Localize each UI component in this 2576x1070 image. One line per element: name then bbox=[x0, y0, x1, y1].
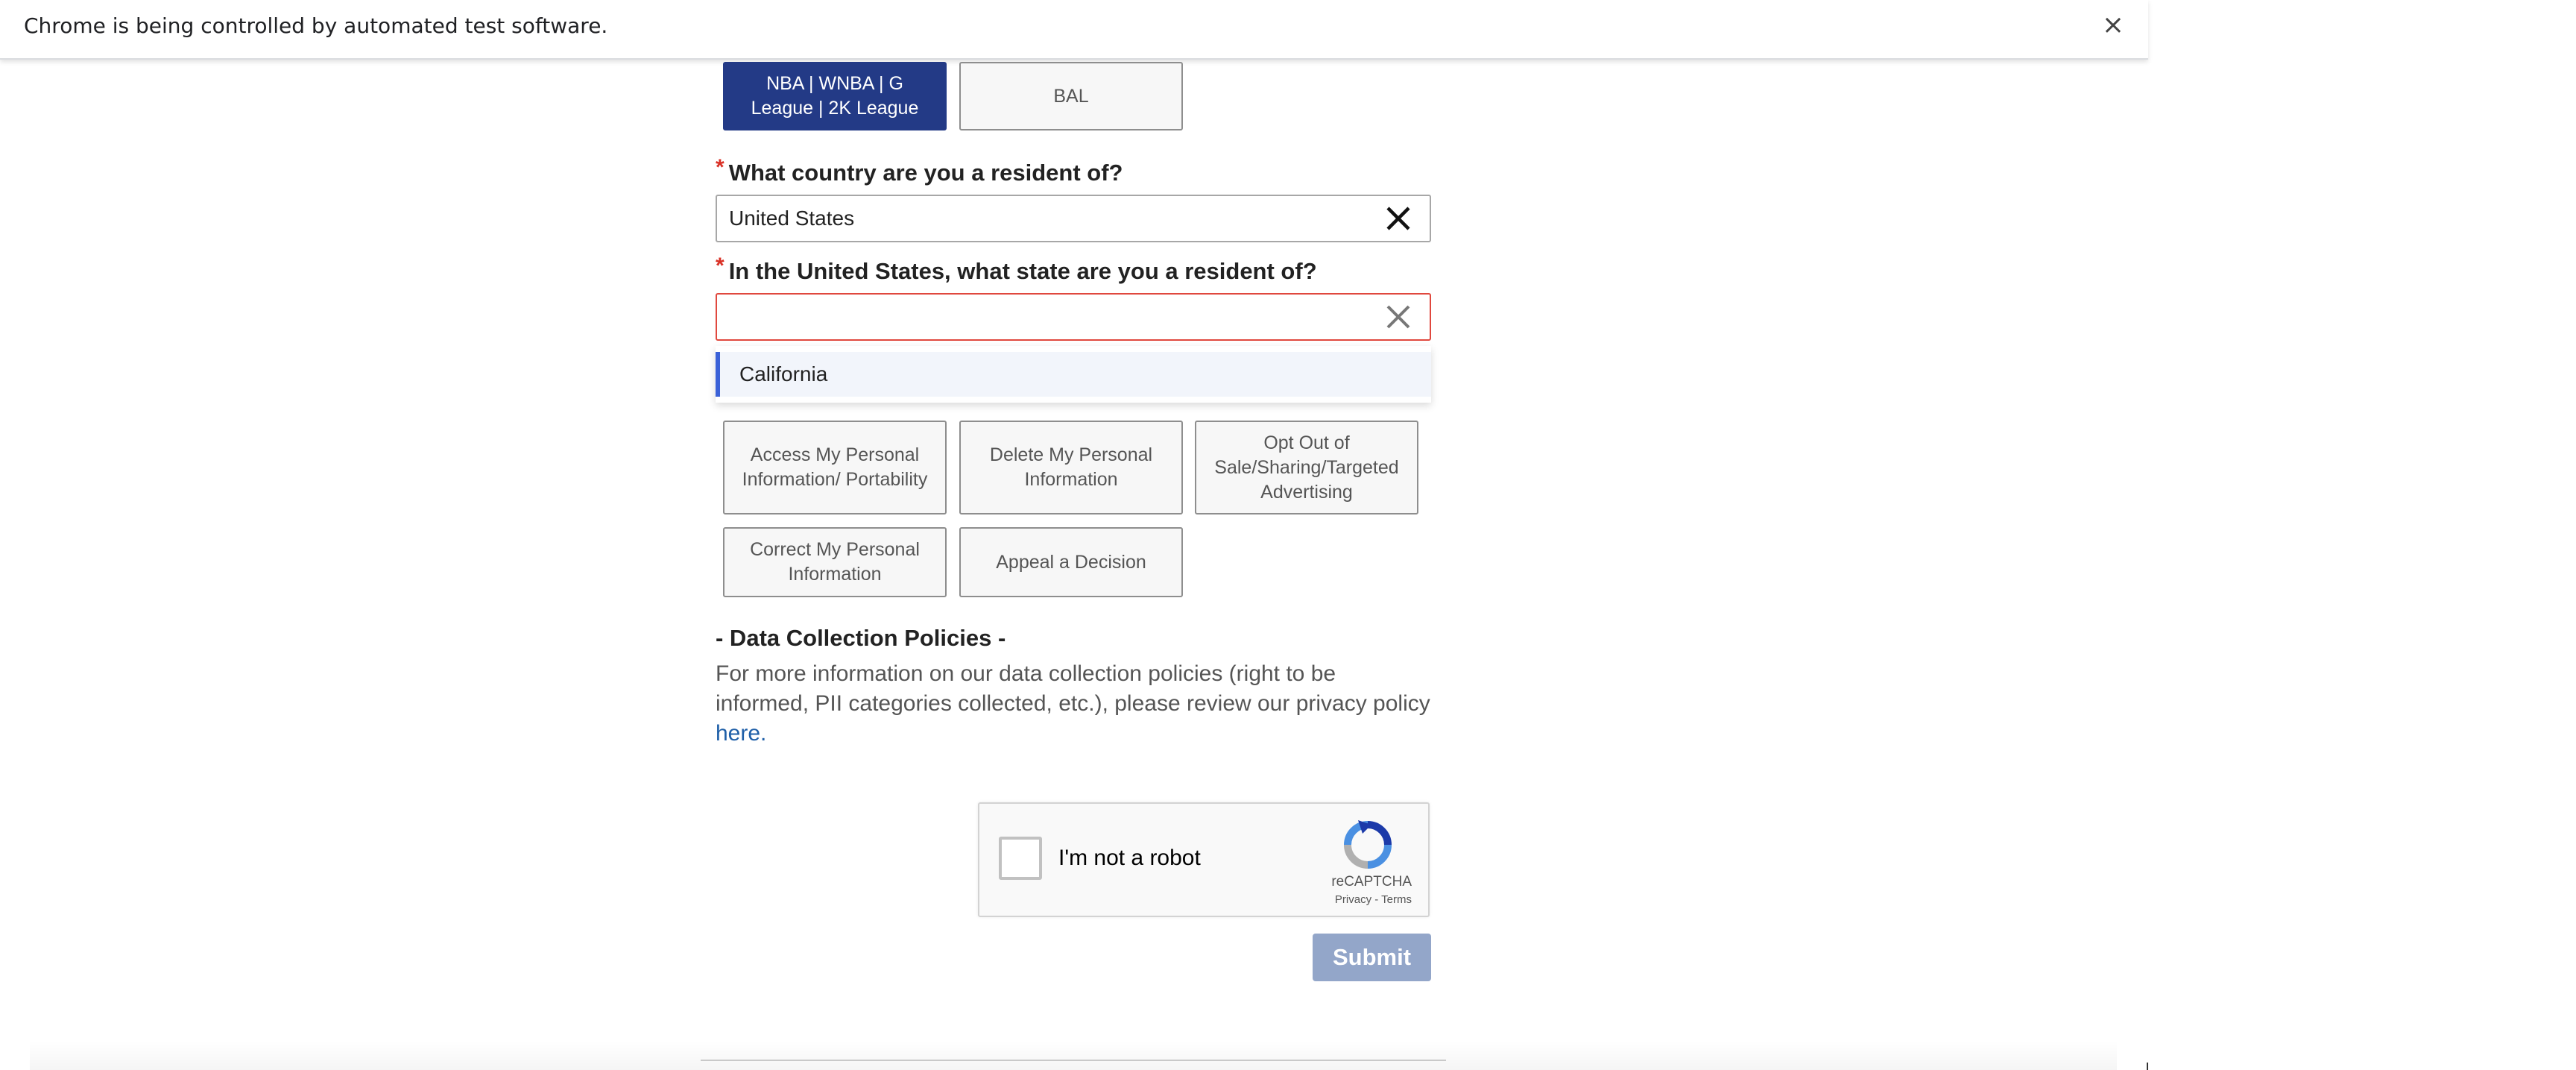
viewport-edge bbox=[2147, 1063, 2148, 1070]
required-mark: * bbox=[716, 254, 724, 278]
country-question-label: * What country are you a resident of? bbox=[716, 155, 1123, 186]
request-option-label: Delete My Personal Information bbox=[989, 444, 1153, 490]
recaptcha-label: I'm not a robot bbox=[1058, 846, 1201, 870]
recaptcha-brand: reCAPTCHA bbox=[1331, 874, 1412, 890]
country-select[interactable]: United States bbox=[716, 195, 1431, 242]
recaptcha-checkbox[interactable] bbox=[999, 837, 1042, 880]
footer-shadow bbox=[30, 1040, 2117, 1070]
infobar-message: Chrome is being controlled by automated … bbox=[24, 13, 608, 38]
recaptcha-widget: I'm not a robot reCAPTCHA Privacy - Term… bbox=[978, 802, 1430, 917]
request-option-label: Appeal a Decision bbox=[996, 551, 1146, 573]
recaptcha-logo-icon bbox=[1344, 820, 1392, 869]
country-question-text: What country are you a resident of? bbox=[728, 160, 1123, 186]
request-delete-button[interactable]: Delete My Personal Information bbox=[959, 421, 1183, 514]
league-option-label: NBA | WNBA | G League | 2K League bbox=[751, 73, 919, 119]
request-option-label: Opt Out of Sale/Sharing/Targeted Adverti… bbox=[1214, 432, 1399, 503]
request-appeal-button[interactable]: Appeal a Decision bbox=[959, 527, 1183, 597]
privacy-policy-link[interactable]: here. bbox=[716, 721, 766, 746]
request-opt-out-button[interactable]: Opt Out of Sale/Sharing/Targeted Adverti… bbox=[1195, 421, 1418, 514]
data-policies-body: For more information on our data collect… bbox=[716, 661, 1430, 716]
state-question-label: * In the United States, what state are yo… bbox=[716, 254, 1317, 285]
state-question-text: In the United States, what state are you… bbox=[728, 258, 1317, 284]
automation-infobar: Chrome is being controlled by automated … bbox=[0, 0, 2148, 60]
request-option-label: Correct My Personal Information bbox=[750, 539, 920, 585]
state-option-california[interactable]: California bbox=[716, 352, 1431, 397]
clear-state-icon[interactable] bbox=[1380, 299, 1416, 335]
recaptcha-privacy-terms[interactable]: Privacy - Terms bbox=[1335, 893, 1412, 906]
required-mark: * bbox=[716, 155, 724, 180]
infobar-close-icon[interactable]: × bbox=[2098, 10, 2128, 40]
submit-button[interactable]: Submit bbox=[1313, 934, 1431, 981]
request-correct-button[interactable]: Correct My Personal Information bbox=[723, 527, 947, 597]
request-access-button[interactable]: Access My Personal Information/ Portabil… bbox=[723, 421, 947, 514]
state-dropdown-list: California bbox=[716, 346, 1431, 403]
data-policies-title: - Data Collection Policies - bbox=[716, 625, 1006, 651]
country-select-value: United States bbox=[729, 207, 855, 230]
data-policies-text: For more information on our data collect… bbox=[716, 659, 1431, 749]
footer-divider bbox=[701, 1060, 1446, 1061]
league-option-nba[interactable]: NBA | WNBA | G League | 2K League bbox=[723, 62, 947, 130]
league-option-bal[interactable]: BAL bbox=[959, 62, 1183, 130]
state-select[interactable] bbox=[716, 293, 1431, 341]
clear-country-icon[interactable] bbox=[1380, 201, 1416, 236]
state-option-label: California bbox=[739, 362, 828, 385]
league-option-label: BAL bbox=[1053, 85, 1089, 107]
request-option-label: Access My Personal Information/ Portabil… bbox=[742, 444, 928, 490]
